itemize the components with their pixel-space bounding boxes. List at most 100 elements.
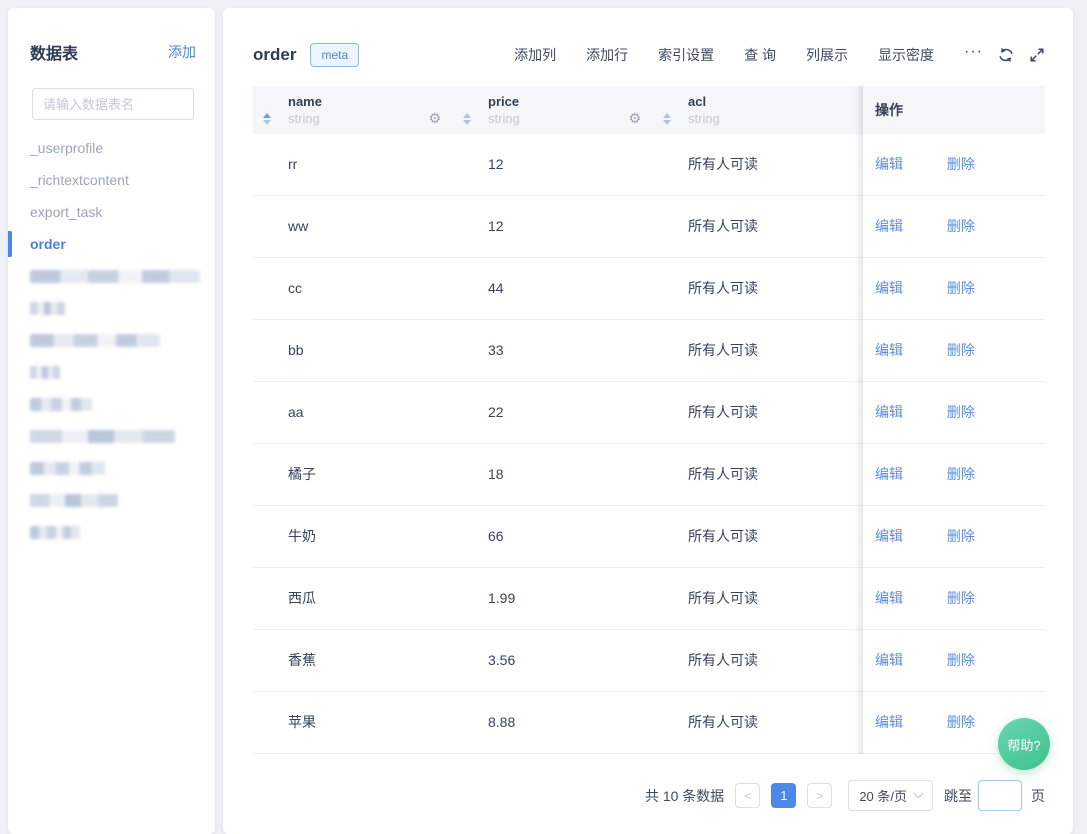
cell-price: 22 <box>453 382 653 443</box>
cell-price: 44 <box>453 258 653 319</box>
cell-price: 66 <box>453 506 653 567</box>
sidebar-table-item[interactable]: _userprofile <box>8 132 215 164</box>
table-body: rr 12 所有人可读 编辑 删除 ww 12 所有人可读 编辑 删除 cc 4… <box>253 134 1045 754</box>
fullscreen-icon[interactable] <box>1029 47 1045 63</box>
add-row-button[interactable]: 添加行 <box>586 45 628 65</box>
pagination-next-button[interactable]: > <box>807 783 832 808</box>
sidebar-table-item[interactable]: _richtextcontent <box>8 164 215 196</box>
cell-actions: 编辑 删除 <box>863 630 1045 691</box>
delete-link[interactable]: 删除 <box>947 280 975 296</box>
sidebar-table-item-label: _richtextcontent <box>30 172 129 188</box>
cell-actions: 编辑 删除 <box>863 320 1045 381</box>
edit-link[interactable]: 编辑 <box>875 714 903 730</box>
page-size-value: 20 条/页 <box>859 786 907 805</box>
sort-icon[interactable] <box>463 113 471 125</box>
cell-price: 1.99 <box>453 568 653 629</box>
edit-link[interactable]: 编辑 <box>875 652 903 668</box>
cell-price: 33 <box>453 320 653 381</box>
column-header-acl: acl string <box>653 86 863 134</box>
help-button[interactable]: 帮助? <box>998 718 1050 770</box>
sidebar-table-item-redacted[interactable] <box>8 452 215 484</box>
table-row: cc 44 所有人可读 编辑 删除 <box>253 258 1045 320</box>
add-table-button[interactable]: 添加 <box>168 42 196 62</box>
redacted-text <box>30 366 60 379</box>
cell-name: ww <box>253 196 453 257</box>
cell-acl: 所有人可读 <box>653 692 863 753</box>
query-button[interactable]: 查 询 <box>744 45 776 65</box>
redacted-text <box>30 494 118 507</box>
delete-link[interactable]: 删除 <box>947 156 975 172</box>
gear-icon[interactable]: ⚙ <box>628 111 641 126</box>
chevron-down-icon <box>914 789 924 799</box>
display-density-button[interactable]: 显示密度 <box>878 45 934 65</box>
delete-link[interactable]: 删除 <box>947 652 975 668</box>
refresh-icon[interactable] <box>997 46 1015 64</box>
table-row: ww 12 所有人可读 编辑 删除 <box>253 196 1045 258</box>
more-icon[interactable]: ··· <box>964 47 983 57</box>
delete-link[interactable]: 删除 <box>947 714 975 730</box>
edit-link[interactable]: 编辑 <box>875 466 903 482</box>
delete-link[interactable]: 删除 <box>947 528 975 544</box>
page-unit-label: 页 <box>1031 786 1045 806</box>
sidebar-table-item[interactable]: export_task <box>8 196 215 228</box>
cell-name: bb <box>253 320 453 381</box>
delete-link[interactable]: 删除 <box>947 404 975 420</box>
page-size-select[interactable]: 20 条/页 <box>848 780 933 811</box>
edit-link[interactable]: 编辑 <box>875 218 903 234</box>
cell-actions: 编辑 删除 <box>863 382 1045 443</box>
sidebar-table-item-redacted[interactable] <box>8 516 215 548</box>
pagination-page-1[interactable]: 1 <box>771 783 796 808</box>
column-title-block: acl string <box>653 86 863 126</box>
table-row: 苹果 8.88 所有人可读 编辑 删除 <box>253 692 1045 754</box>
sidebar-table-item-redacted[interactable] <box>8 388 215 420</box>
edit-link[interactable]: 编辑 <box>875 528 903 544</box>
column-header-price: price string ⚙ <box>453 86 653 134</box>
sort-icon[interactable] <box>663 113 671 125</box>
table-row: aa 22 所有人可读 编辑 删除 <box>253 382 1045 444</box>
sidebar-table-item-redacted[interactable] <box>8 292 215 324</box>
column-type: string <box>688 111 863 126</box>
delete-link[interactable]: 删除 <box>947 466 975 482</box>
edit-link[interactable]: 编辑 <box>875 590 903 606</box>
sidebar-table-item-redacted[interactable] <box>8 324 215 356</box>
cell-acl: 所有人可读 <box>653 630 863 691</box>
table-search <box>32 88 194 120</box>
sidebar-table-item-redacted[interactable] <box>8 484 215 516</box>
sidebar-table-item[interactable]: order <box>8 228 215 260</box>
cell-acl: 所有人可读 <box>653 444 863 505</box>
delete-link[interactable]: 删除 <box>947 590 975 606</box>
sidebar-table-item-redacted[interactable] <box>8 420 215 452</box>
gear-icon[interactable]: ⚙ <box>428 111 441 126</box>
sort-icon[interactable] <box>263 113 271 125</box>
cell-price: 18 <box>453 444 653 505</box>
edit-link[interactable]: 编辑 <box>875 404 903 420</box>
table-row: bb 33 所有人可读 编辑 删除 <box>253 320 1045 382</box>
column-header-name: name string ⚙ <box>253 86 453 134</box>
sidebar-header: 数据表 添加 <box>8 8 215 64</box>
cell-acl: 所有人可读 <box>653 196 863 257</box>
redacted-text <box>30 526 80 539</box>
main-header: order meta 添加列 添加行 索引设置 查 询 列展示 显示密度 ··· <box>253 42 1045 68</box>
cell-name: 香蕉 <box>253 630 453 691</box>
edit-link[interactable]: 编辑 <box>875 342 903 358</box>
cell-actions: 编辑 删除 <box>863 196 1045 257</box>
column-display-button[interactable]: 列展示 <box>806 45 848 65</box>
jump-page-input[interactable] <box>978 780 1022 811</box>
cell-price: 3.56 <box>453 630 653 691</box>
column-title-block: price string <box>453 86 653 126</box>
delete-link[interactable]: 删除 <box>947 342 975 358</box>
index-settings-button[interactable]: 索引设置 <box>658 45 714 65</box>
table-search-input[interactable] <box>32 88 194 120</box>
cell-price: 12 <box>453 134 653 195</box>
sidebar-table-item-redacted[interactable] <box>8 260 215 292</box>
column-title-block: name string <box>253 86 453 126</box>
table-row: 香蕉 3.56 所有人可读 编辑 删除 <box>253 630 1045 692</box>
cell-actions: 编辑 删除 <box>863 568 1045 629</box>
jump-to-label: 跳至 <box>944 786 972 806</box>
edit-link[interactable]: 编辑 <box>875 280 903 296</box>
pagination-prev-button[interactable]: < <box>735 783 760 808</box>
edit-link[interactable]: 编辑 <box>875 156 903 172</box>
delete-link[interactable]: 删除 <box>947 218 975 234</box>
add-column-button[interactable]: 添加列 <box>514 45 556 65</box>
sidebar-table-item-redacted[interactable] <box>8 356 215 388</box>
